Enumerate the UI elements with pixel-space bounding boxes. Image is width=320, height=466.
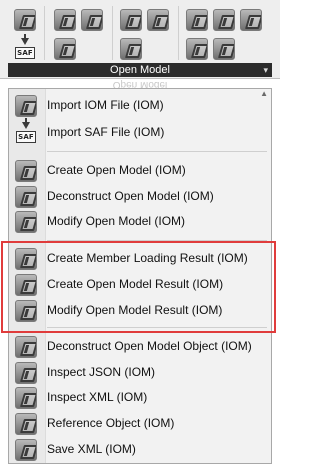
iom-icon [15, 387, 37, 409]
ribbon-import-saf-button[interactable]: SAF [14, 34, 36, 60]
iom-icon [81, 9, 103, 31]
menu-item-label: Import IOM File (IOM) [47, 98, 164, 112]
menu-item-inspect-xml[interactable]: Inspect XML (IOM) [9, 385, 271, 411]
ribbon-panel: SAF Open Model ▾ [0, 0, 280, 79]
menu-item-label: Modify Open Model (IOM) [47, 214, 186, 228]
panel-menu-caret-icon[interactable]: ▾ [263, 63, 268, 77]
ribbon-modify-open-model-button[interactable] [54, 38, 76, 60]
iom-icon [15, 413, 37, 435]
highlight-box [1, 241, 276, 333]
ribbon-create-member-loading-result-button[interactable] [120, 9, 142, 31]
iom-icon [15, 186, 37, 208]
menu-separator [47, 151, 267, 152]
ribbon-deconstruct-open-model-object-button[interactable] [186, 9, 208, 31]
ribbon-import-iom-button[interactable] [14, 9, 36, 31]
menu-item-import-iom-file[interactable]: Import IOM File (IOM) [9, 93, 271, 119]
iom-icon [15, 95, 37, 117]
menu-item-inspect-json[interactable]: Inspect JSON (IOM) [9, 360, 271, 386]
iom-icon [147, 9, 169, 31]
ribbon-separator [44, 6, 45, 60]
iom-icon [186, 9, 208, 31]
ribbon-separator [112, 6, 113, 60]
iom-icon [213, 38, 235, 60]
iom-icon [14, 9, 36, 31]
iom-icon [15, 160, 37, 182]
iom-icon [15, 211, 37, 233]
menu-item-label: Inspect JSON (IOM) [47, 365, 156, 379]
iom-icon [15, 439, 37, 461]
iom-icon [120, 9, 142, 31]
menu-item-save-xml[interactable]: Save XML (IOM) [9, 437, 271, 463]
iom-icon [54, 38, 76, 60]
ribbon-create-open-model-result-button[interactable] [147, 9, 169, 31]
iom-icon [15, 336, 37, 358]
ribbon-inspect-xml-button[interactable] [240, 9, 262, 31]
iom-icon [186, 38, 208, 60]
ribbon-separator [178, 6, 179, 60]
ribbon-save-xml-button[interactable] [213, 38, 235, 60]
menu-item-reference-object[interactable]: Reference Object (IOM) [9, 411, 271, 437]
iom-icon [15, 362, 37, 384]
menu-item-label: Create Open Model (IOM) [47, 163, 186, 177]
iom-icon [213, 9, 235, 31]
menu-item-import-saf-file[interactable]: SAF Import SAF File (IOM) [9, 118, 271, 146]
saf-import-icon: SAF [14, 34, 36, 60]
menu-item-deconstruct-open-model[interactable]: Deconstruct Open Model (IOM) [9, 184, 271, 210]
menu-item-label: Save XML (IOM) [47, 442, 136, 456]
ribbon-create-open-model-button[interactable] [54, 9, 76, 31]
menu-item-label: Deconstruct Open Model Object (IOM) [47, 339, 252, 353]
iom-icon [240, 9, 262, 31]
menu-item-label: Deconstruct Open Model (IOM) [47, 189, 214, 203]
ribbon-reference-object-button[interactable] [186, 38, 208, 60]
menu-item-label: Import SAF File (IOM) [47, 125, 165, 139]
panel-title-bar[interactable]: Open Model ▾ [8, 63, 272, 77]
menu-item-modify-open-model[interactable]: Modify Open Model (IOM) [9, 209, 271, 235]
menu-item-label: Inspect XML (IOM) [47, 390, 148, 404]
menu-item-label: Reference Object (IOM) [47, 416, 175, 430]
menu-item-deconstruct-open-model-object[interactable]: Deconstruct Open Model Object (IOM) [9, 334, 271, 360]
panel-title: Open Model [110, 64, 170, 76]
menu-item-create-open-model[interactable]: Create Open Model (IOM) [9, 158, 271, 184]
iom-icon [120, 38, 142, 60]
ribbon-modify-open-model-result-button[interactable] [120, 38, 142, 60]
ribbon-deconstruct-open-model-button[interactable] [81, 9, 103, 31]
saf-import-icon: SAF [15, 118, 37, 144]
iom-icon [54, 9, 76, 31]
ribbon-inspect-json-button[interactable] [213, 9, 235, 31]
